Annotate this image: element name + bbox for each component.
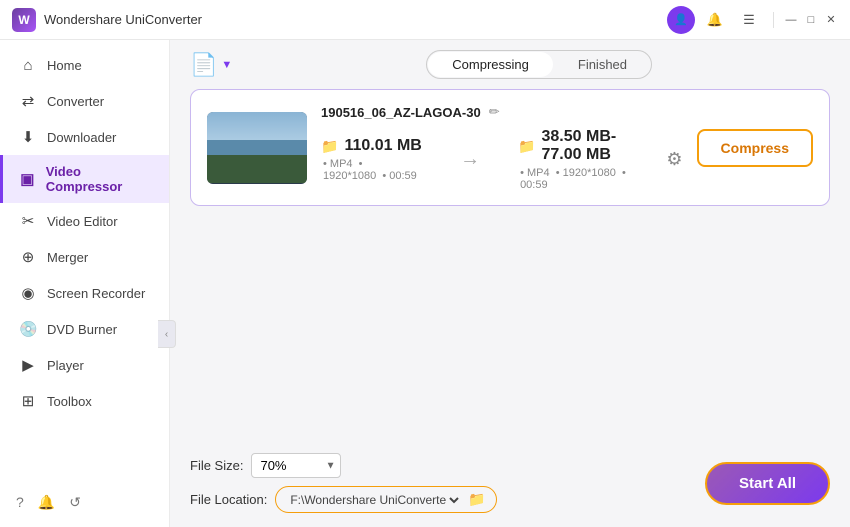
player-icon: ▶	[19, 356, 37, 374]
file-size-select-wrapper: 70% 60% 50% 80% 90% ▼	[251, 453, 341, 478]
file-location-wrapper: F:\Wondershare UniConverte 📁	[275, 486, 496, 513]
refresh-icon[interactable]: ↺	[69, 494, 81, 511]
sidebar-item-converter[interactable]: ⇄ Converter	[0, 83, 169, 119]
notifications-button[interactable]: 🔔	[701, 6, 729, 34]
sidebar-item-toolbox[interactable]: ⊞ Toolbox	[0, 383, 169, 419]
screen-recorder-icon: ◉	[19, 284, 37, 302]
file-size-select[interactable]: 70% 60% 50% 80% 90%	[251, 453, 341, 478]
content-toolbar: 📄 ▼ Compressing Finished	[170, 40, 850, 89]
sidebar-footer: ? 🔔 ↺	[0, 486, 169, 519]
app-title: Wondershare UniConverter	[44, 12, 667, 27]
video-compressor-icon: ▣	[19, 170, 36, 188]
close-button[interactable]: ✕	[824, 13, 838, 27]
downloader-icon: ⬇	[19, 128, 37, 146]
main-layout: ⌂ Home ⇄ Converter ⬇ Downloader ▣ Video …	[0, 40, 850, 527]
add-caret-icon: ▼	[221, 59, 232, 71]
converter-icon: ⇄	[19, 92, 37, 110]
bottom-left: File Size: 70% 60% 50% 80% 90% ▼	[190, 453, 497, 513]
source-folder-icon: 📁	[321, 138, 338, 155]
sidebar-label-downloader: Downloader	[47, 130, 116, 145]
titlebar-controls: 👤 🔔 ☰ — □ ✕	[667, 6, 838, 34]
content-area: 📄 ▼ Compressing Finished 190516_06_AZ-LA…	[170, 40, 850, 527]
file-info: 190516_06_AZ-LAGOA-30 ✏ 📁 110.01 MB • MP…	[321, 104, 683, 191]
file-location-label: File Location:	[190, 492, 267, 507]
dvd-burner-icon: 💿	[19, 320, 37, 338]
tab-compressing[interactable]: Compressing	[428, 52, 553, 77]
sidebar-label-merger: Merger	[47, 250, 88, 265]
sidebar-label-home: Home	[47, 58, 82, 73]
sidebar-label-toolbox: Toolbox	[47, 394, 92, 409]
sidebar-label-dvd-burner: DVD Burner	[47, 322, 117, 337]
add-file-button[interactable]: 📄 ▼	[190, 52, 232, 78]
sidebar-item-downloader[interactable]: ⬇ Downloader	[0, 119, 169, 155]
help-icon[interactable]: ?	[16, 494, 24, 511]
notification-icon[interactable]: 🔔	[38, 494, 55, 511]
sidebar-label-player: Player	[47, 358, 84, 373]
titlebar-divider	[773, 12, 774, 28]
sidebar-item-video-compressor[interactable]: ▣ Video Compressor	[0, 155, 169, 203]
compress-button[interactable]: Compress	[697, 129, 813, 167]
file-location-folder-icon[interactable]: 📁	[468, 491, 485, 508]
video-editor-icon: ✂	[19, 212, 37, 230]
start-all-button[interactable]: Start All	[705, 462, 830, 505]
maximize-button[interactable]: □	[804, 13, 818, 27]
sidebar: ⌂ Home ⇄ Converter ⬇ Downloader ▣ Video …	[0, 40, 170, 527]
sidebar-item-home[interactable]: ⌂ Home	[0, 48, 169, 83]
sidebar-collapse-button[interactable]: ‹	[158, 320, 176, 348]
sidebar-item-player[interactable]: ▶ Player	[0, 347, 169, 383]
sidebar-label-video-compressor: Video Compressor	[46, 164, 153, 194]
thumb-water	[207, 140, 307, 154]
file-settings-button[interactable]: ⚙	[666, 149, 682, 170]
file-name: 190516_06_AZ-LAGOA-30	[321, 105, 481, 120]
profile-button[interactable]: 👤	[667, 6, 695, 34]
tab-finished[interactable]: Finished	[554, 51, 651, 78]
thumb-ground	[207, 151, 307, 183]
source-meta: • MP4 • 1920*1080 • 00:59	[321, 158, 422, 182]
source-size: 110.01 MB	[344, 137, 421, 155]
file-location-select[interactable]: F:\Wondershare UniConverte	[286, 492, 462, 508]
output-size: 38.50 MB-77.00 MB	[542, 128, 641, 164]
file-name-row: 190516_06_AZ-LAGOA-30 ✏	[321, 104, 683, 120]
sidebar-label-converter: Converter	[47, 94, 104, 109]
sidebar-item-video-editor[interactable]: ✂ Video Editor	[0, 203, 169, 239]
add-file-icon: 📄	[190, 52, 217, 78]
file-size-row: File Size: 70% 60% 50% 80% 90% ▼	[190, 453, 497, 478]
bottom-bar: File Size: 70% 60% 50% 80% 90% ▼	[170, 441, 850, 527]
file-size-label: File Size:	[190, 458, 243, 473]
menu-button[interactable]: ☰	[735, 6, 763, 34]
file-location-row: File Location: F:\Wondershare UniConvert…	[190, 486, 497, 513]
output-info: 📁 38.50 MB-77.00 MB • MP4 • 1920*1080 • …	[518, 128, 640, 191]
output-meta: • MP4 • 1920*1080 • 00:59	[518, 167, 640, 191]
sidebar-item-screen-recorder[interactable]: ◉ Screen Recorder	[0, 275, 169, 311]
home-icon: ⌂	[19, 57, 37, 74]
arrow-right-icon: →	[460, 148, 480, 171]
file-thumbnail	[207, 112, 307, 184]
sidebar-label-screen-recorder: Screen Recorder	[47, 286, 145, 301]
sidebar-label-video-editor: Video Editor	[47, 214, 118, 229]
source-info: 📁 110.01 MB • MP4 • 1920*1080 • 00:59	[321, 137, 422, 182]
edit-filename-icon[interactable]: ✏	[489, 104, 500, 120]
merger-icon: ⊕	[19, 248, 37, 266]
sidebar-item-merger[interactable]: ⊕ Merger	[0, 239, 169, 275]
output-folder-icon: 📁	[518, 138, 535, 155]
file-card: 190516_06_AZ-LAGOA-30 ✏ 📁 110.01 MB • MP…	[190, 89, 830, 206]
sidebar-item-dvd-burner[interactable]: 💿 DVD Burner	[0, 311, 169, 347]
minimize-button[interactable]: —	[784, 13, 798, 27]
app-logo: W	[12, 8, 36, 32]
tabs-group: Compressing Finished	[426, 50, 652, 79]
titlebar: W Wondershare UniConverter 👤 🔔 ☰ — □ ✕	[0, 0, 850, 40]
toolbox-icon: ⊞	[19, 392, 37, 410]
file-meta-row: 📁 110.01 MB • MP4 • 1920*1080 • 00:59 → …	[321, 128, 683, 191]
